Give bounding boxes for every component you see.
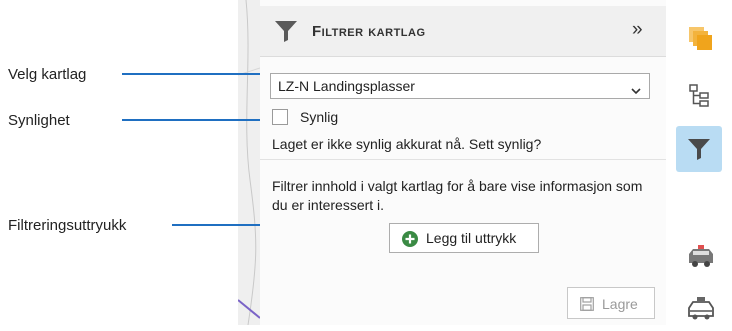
visibility-message: Laget er ikke synlig akkurat nå. Sett sy… (272, 136, 542, 152)
rail-tree-button[interactable] (676, 72, 722, 118)
callout-layer-line (122, 73, 270, 75)
rail-filter-button[interactable] (676, 126, 722, 172)
filter-icon (688, 139, 710, 160)
collapse-button[interactable]: » (632, 19, 643, 41)
visible-checkbox-label[interactable]: Synlig (300, 109, 338, 125)
chevron-down-icon (631, 82, 641, 100)
add-expression-label: Legg til uttrykk (426, 230, 517, 246)
panel-title: Filtrer kartlag (312, 23, 426, 40)
save-icon (580, 297, 594, 316)
add-expression-button[interactable]: Legg til uttrykk (389, 223, 539, 253)
filter-icon (274, 20, 298, 47)
layer-select[interactable]: LZ-N Landingsplasser (270, 73, 650, 99)
callout-expression-label: Filtreringsuttryukk (8, 217, 127, 234)
visible-checkbox[interactable] (272, 109, 288, 125)
filter-panel: Filtrer kartlag » LZ-N Landingsplasser S… (260, 0, 666, 325)
police-car-icon (688, 297, 714, 320)
save-label: Lagre (602, 296, 638, 312)
emergency-vehicle-icon (689, 245, 713, 267)
callout-visibility-label: Synlighet (8, 112, 70, 129)
divider (260, 159, 666, 160)
tree-icon (689, 84, 709, 107)
layer-select-value: LZ-N Landingsplasser (278, 78, 415, 94)
callout-layer-label: Velg kartlag (8, 66, 87, 83)
rail-layers-button[interactable] (676, 14, 722, 60)
tool-rail (666, 0, 732, 325)
map-lines (237, 0, 261, 326)
panel-header: Filtrer kartlag » (260, 6, 666, 57)
filter-description: Filtrer innhold i valgt kartlag for å ba… (272, 178, 643, 213)
save-button[interactable]: Lagre (567, 287, 655, 319)
rail-police-button[interactable] (676, 285, 722, 331)
map-strip[interactable] (237, 0, 261, 326)
plus-circle-icon (402, 231, 418, 252)
rail-emergency-button[interactable] (676, 232, 722, 278)
callout-visibility-line (122, 119, 272, 121)
layers-icon (689, 27, 712, 50)
